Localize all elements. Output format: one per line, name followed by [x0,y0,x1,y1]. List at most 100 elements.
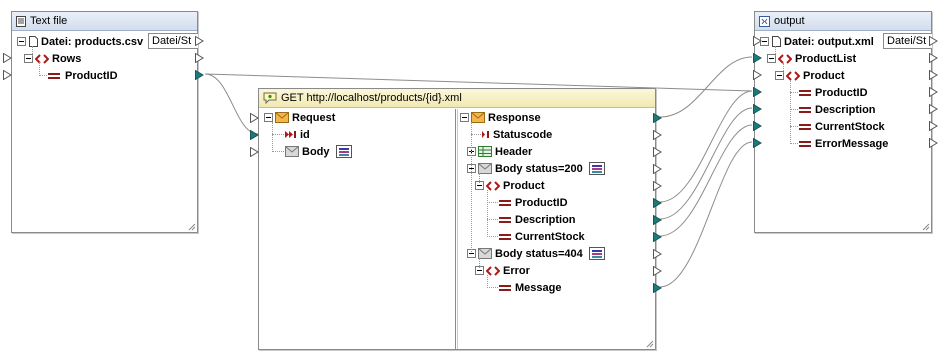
output-connector[interactable] [195,53,204,63]
response-row[interactable]: Response [460,109,541,126]
output-connector[interactable] [929,70,938,80]
output-title: output [774,15,805,27]
settings-icon[interactable] [588,162,605,175]
product-label: Product [503,179,545,192]
output-connector[interactable] [195,36,204,46]
mapping-line [204,73,259,135]
output-connector[interactable] [653,198,662,208]
output-connector[interactable] [653,283,662,293]
textfile-file-dropdown[interactable]: Datei/St [148,33,198,49]
output-title-bar[interactable]: output [755,12,931,31]
pane-divider[interactable] [455,109,456,349]
input-connector[interactable] [753,36,762,46]
table-icon [478,146,492,157]
output-product-label: Product [803,69,845,82]
input-connector[interactable] [753,104,762,114]
element-icon [486,265,500,276]
tree-line [479,258,480,268]
body404-row[interactable]: Body status=404 [467,245,605,262]
input-connector[interactable] [250,130,259,140]
collapse-toggle[interactable] [264,113,273,122]
body200-row[interactable]: Body status=200 [467,160,605,177]
rest-call-component[interactable]: GET http://localhost/products/{id}.xml R… [250,88,662,350]
statuscode-row[interactable]: Statuscode [482,126,552,143]
tree-line [487,219,498,220]
attribute-icon [799,123,811,131]
output-file-row[interactable]: Datei: output.xml [760,33,874,50]
pane-divider [457,109,458,349]
output-connector[interactable] [653,130,662,140]
settings-icon[interactable] [335,145,352,158]
output-connector[interactable] [195,70,204,80]
collapse-toggle[interactable] [460,113,469,122]
attribute-icon [499,284,511,292]
output-errormessage-row[interactable]: ErrorMessage [799,135,888,152]
textfile-productid-label: ProductID [65,69,118,82]
textfile-productid-row[interactable]: ProductID [48,67,118,84]
resize-grip[interactable] [646,340,654,348]
output-component[interactable]: output Datei: output.xml Datei/St Produc… [753,11,938,233]
output-connector[interactable] [929,53,938,63]
output-connector[interactable] [653,215,662,225]
body200-label: Body status=200 [495,162,583,175]
input-connector[interactable] [753,121,762,131]
collapse-toggle[interactable] [17,37,26,46]
output-currentstock-row[interactable]: CurrentStock [799,118,885,135]
mapping-line [659,124,753,237]
output-connector[interactable] [653,181,662,191]
output-connector[interactable] [929,104,938,114]
output-connector[interactable] [653,113,662,123]
productlist-row[interactable]: ProductList [767,50,856,67]
output-connector[interactable] [653,147,662,157]
rest-description-label: Description [515,213,576,226]
parameter-icon [285,130,297,139]
input-connector[interactable] [753,87,762,97]
input-connector[interactable] [250,113,259,123]
header-row[interactable]: Header [467,143,532,160]
textfile-file-row[interactable]: Datei: products.csv [17,33,143,50]
output-file-dropdown[interactable]: Datei/St [883,33,932,49]
body-label: Body [302,145,330,158]
output-description-row[interactable]: Description [799,101,876,118]
error-row[interactable]: Error [475,262,530,279]
element-icon [786,70,800,81]
rest-title-bar[interactable]: GET http://localhost/products/{id}.xml [259,89,655,108]
file-icon [772,36,781,47]
input-connector[interactable] [3,53,12,63]
input-connector[interactable] [3,70,12,80]
rest-description-row[interactable]: Description [499,211,576,228]
output-productid-row[interactable]: ProductID [799,84,868,101]
product-row[interactable]: Product [475,177,545,194]
message-row[interactable]: Message [499,279,561,296]
textfile-component[interactable]: Text file Datei: products.csv Datei/St R… [3,11,204,233]
output-connector[interactable] [653,232,662,242]
resize-grip[interactable] [922,223,930,231]
resize-grip[interactable] [188,223,196,231]
input-connector[interactable] [753,138,762,148]
tree-line [32,46,33,56]
rest-currentstock-row[interactable]: CurrentStock [499,228,585,245]
output-connector[interactable] [653,249,662,259]
body-row[interactable]: Body [285,143,352,160]
settings-icon[interactable] [588,247,605,260]
output-description-label: Description [815,103,876,116]
textfile-title-bar[interactable]: Text file [12,12,197,31]
attribute-icon [499,216,511,224]
output-connector[interactable] [653,164,662,174]
output-connector[interactable] [929,121,938,131]
output-connector[interactable] [929,36,938,46]
tree-line [487,202,498,203]
input-connector[interactable] [753,70,762,80]
input-connector[interactable] [250,147,259,157]
output-product-row[interactable]: Product [775,67,845,84]
output-connector[interactable] [653,266,662,276]
request-row[interactable]: Request [264,109,335,126]
rest-productid-row[interactable]: ProductID [499,194,568,211]
input-connector[interactable] [753,53,762,63]
id-row[interactable]: id [285,126,310,143]
output-connector[interactable] [929,138,938,148]
id-label: id [300,128,310,141]
output-connector[interactable] [929,87,938,97]
tree-line [487,190,488,237]
attribute-icon [48,72,60,80]
